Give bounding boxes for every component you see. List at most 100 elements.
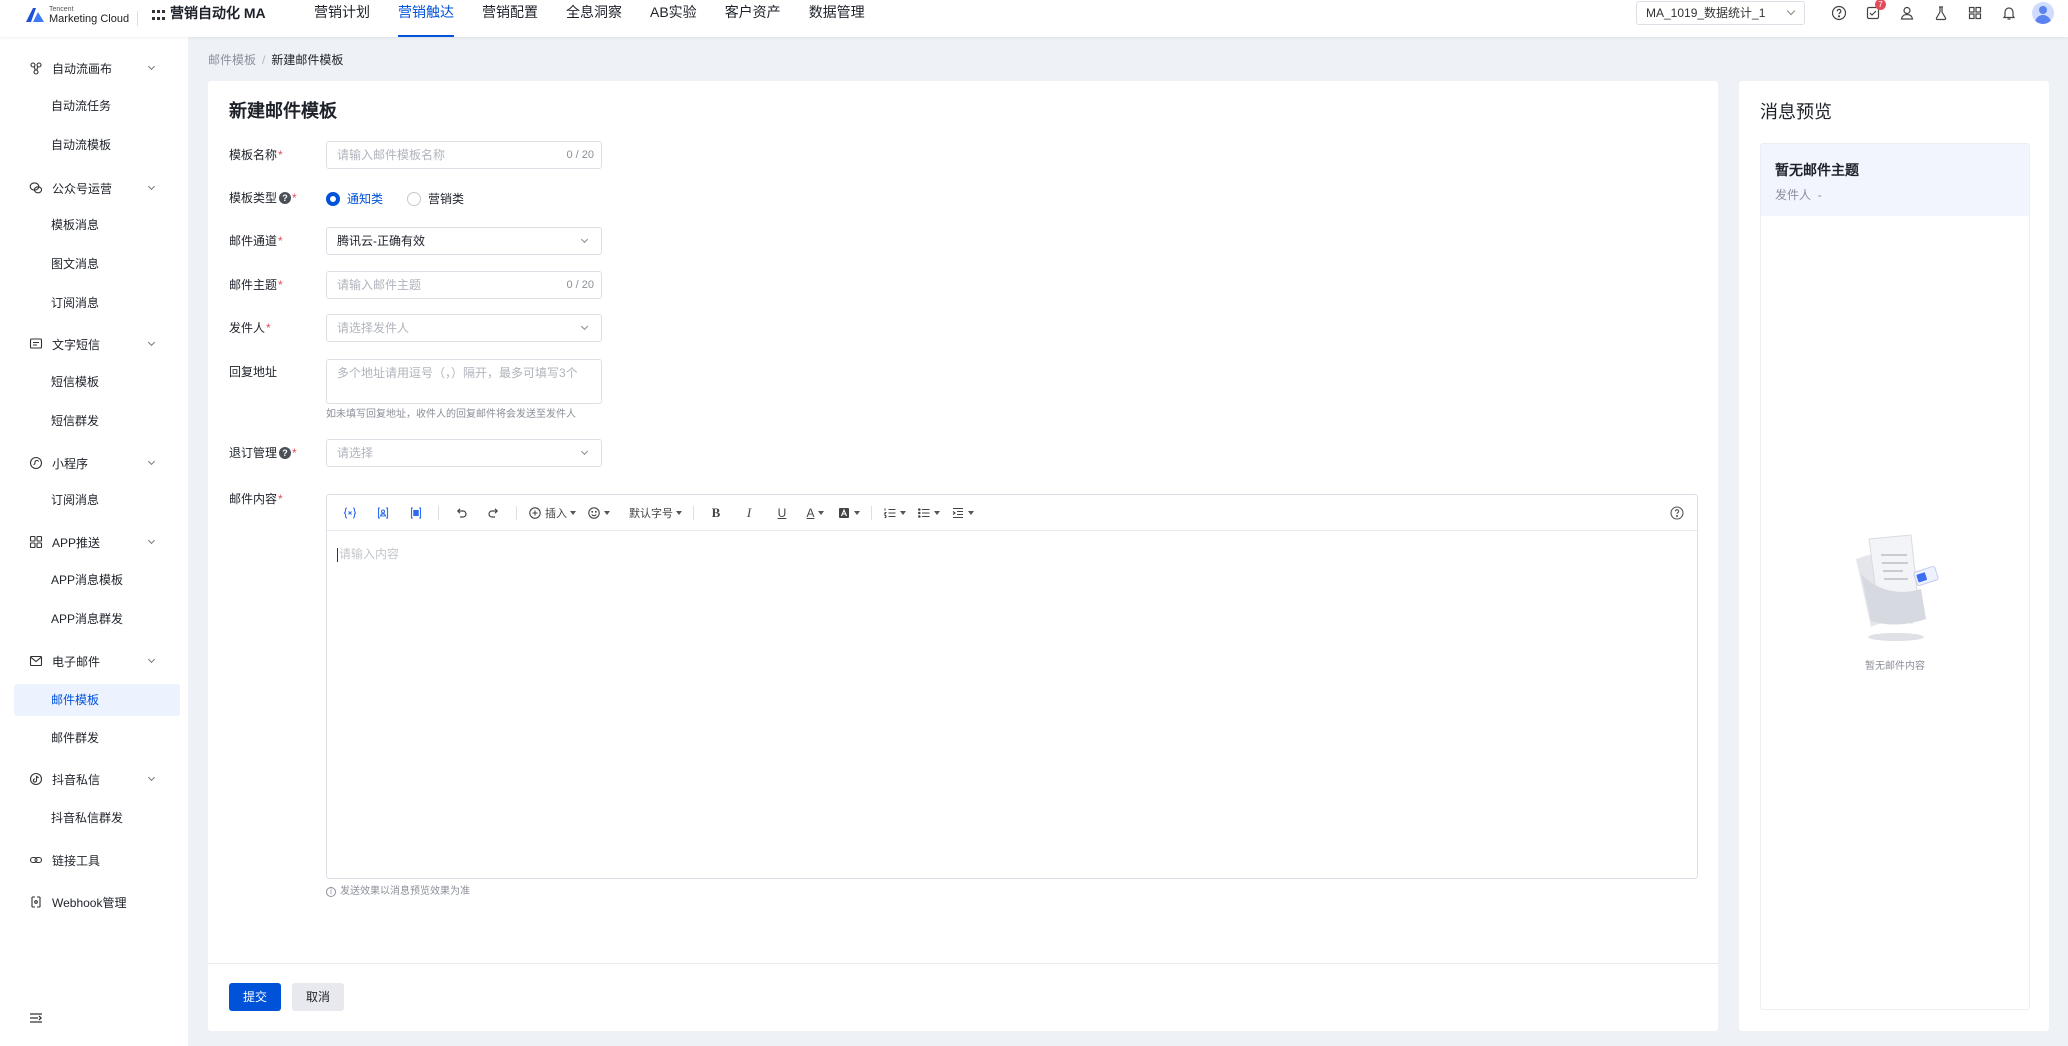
top-icon-bar: 7	[1828, 0, 2054, 25]
top-nav-item-customer-assets[interactable]: 客户资产	[711, 0, 795, 37]
radio-marketing[interactable]: 营销类	[407, 190, 464, 207]
breadcrumb-parent[interactable]: 邮件模板	[208, 53, 256, 67]
indent-icon[interactable]	[951, 501, 974, 525]
sidebar-group-douyin[interactable]: 抖音私信	[14, 762, 174, 796]
bullet-list-icon[interactable]	[917, 501, 940, 525]
sidebar-link-label: 链接工具	[52, 853, 101, 868]
sidebar-item-app-message-broadcast[interactable]: APP消息群发	[14, 603, 180, 635]
bell-icon[interactable]	[1998, 2, 2020, 24]
sidebar-group-label: APP推送	[52, 535, 101, 550]
avatar[interactable]	[2032, 2, 2054, 24]
top-nav-item-data-management[interactable]: 数据管理	[795, 0, 879, 37]
insert-block-icon[interactable]	[405, 501, 427, 525]
cancel-button[interactable]: 取消	[292, 983, 344, 1011]
redo-icon[interactable]	[483, 501, 505, 525]
sidebar-item-sms-broadcast[interactable]: 短信群发	[14, 405, 180, 437]
ordered-list-icon[interactable]	[883, 501, 906, 525]
font-size-menu[interactable]: 默认字号	[629, 501, 682, 525]
todo-icon[interactable]: 7	[1862, 0, 1886, 24]
douyin-icon	[28, 771, 44, 787]
unsubscribe-select[interactable]: 请选择	[326, 439, 602, 467]
sidebar-item-email-broadcast[interactable]: 邮件群发	[14, 722, 180, 754]
sidebar-item-webhook[interactable]: Webhook管理	[14, 885, 174, 919]
account-select[interactable]: MA_1019_数据统计_1	[1636, 1, 1805, 25]
divider	[137, 11, 138, 26]
sidebar-item-article-message[interactable]: 图文消息	[14, 248, 180, 280]
editor-help-icon[interactable]	[1669, 505, 1685, 521]
reply-address-hint: 如未填写回复地址，收件人的回复邮件将会发送至发件人	[326, 409, 576, 420]
email-channel-value: 腾讯云-正确有效	[337, 234, 425, 248]
email-subject-label: 邮件主题 *	[229, 278, 283, 292]
top-nav-item-ab-test[interactable]: AB实验	[636, 0, 711, 37]
email-channel-label: 邮件通道 *	[229, 234, 283, 248]
email-channel-select[interactable]: 腾讯云-正确有效	[326, 227, 602, 255]
chevron-down-icon	[580, 447, 589, 456]
chevron-down-icon	[147, 338, 156, 347]
logo-text: Marketing Cloud	[49, 13, 130, 25]
app-grid-icon[interactable]	[152, 8, 166, 22]
template-name-counter: 0 / 20	[566, 149, 594, 161]
preview-title: 消息预览	[1760, 102, 1832, 122]
editor-placeholder: 请输入内容	[339, 547, 400, 561]
rich-text-editor: 插入 默认字号 B I U A 请输入内容	[326, 494, 1698, 879]
sidebar-group-miniprogram[interactable]: 小程序	[14, 446, 174, 480]
breadcrumb: 邮件模板 / 新建邮件模板	[208, 52, 343, 68]
flask-icon[interactable]	[1930, 2, 1952, 24]
insert-variable-icon[interactable]	[339, 501, 361, 525]
submit-button[interactable]: 提交	[229, 983, 281, 1011]
insert-user-field-icon[interactable]	[372, 501, 394, 525]
sender-select[interactable]: 请选择发件人	[326, 314, 602, 342]
background-color-icon[interactable]	[837, 501, 860, 525]
preview-frame: 暂无邮件主题 发件人 - 暂无邮件内容	[1760, 143, 2030, 1010]
sidebar-item-douyin-broadcast[interactable]: 抖音私信群发	[14, 802, 180, 834]
insert-menu[interactable]: 插入	[528, 501, 576, 525]
breadcrumb-current: 新建邮件模板	[271, 53, 344, 67]
chevron-down-icon	[147, 457, 156, 466]
reply-address-label: 回复地址	[229, 365, 278, 379]
chevron-down-icon	[147, 182, 156, 191]
sidebar-group-sms[interactable]: 文字短信	[14, 327, 174, 361]
emoji-menu[interactable]	[587, 501, 610, 525]
sidebar-item-mp-subscribe-message[interactable]: 订阅消息	[14, 484, 180, 516]
sidebar-item-app-message-template[interactable]: APP消息模板	[14, 564, 180, 596]
mail-icon	[28, 653, 44, 669]
chevron-down-icon	[147, 655, 156, 664]
sidebar-item-subscribe-message[interactable]: 订阅消息	[14, 287, 180, 319]
undo-icon[interactable]	[450, 501, 472, 525]
sidebar-item-email-template[interactable]: 邮件模板	[14, 684, 180, 716]
editor-content-area[interactable]: 请输入内容	[327, 531, 1697, 878]
top-nav-item-config[interactable]: 营销配置	[468, 0, 552, 37]
sidebar-item-flow-tasks[interactable]: 自动流任务	[14, 90, 180, 122]
sms-icon	[28, 336, 44, 352]
bold-icon[interactable]: B	[705, 501, 727, 525]
sidebar-group-flow-canvas[interactable]: 自动流画布	[14, 51, 174, 85]
sidebar-group-label: 抖音私信	[52, 772, 101, 787]
sidebar-item-sms-template[interactable]: 短信模板	[14, 366, 180, 398]
sidebar-item-flow-templates[interactable]: 自动流模板	[14, 129, 180, 161]
radio-notification[interactable]: 通知类	[326, 190, 383, 207]
toolbar-separator	[516, 505, 517, 520]
sidebar-group-app-push[interactable]: APP推送	[14, 525, 174, 559]
sidebar-group-email[interactable]: 电子邮件	[14, 644, 174, 678]
reply-address-input[interactable]: 多个地址请用逗号（，）隔开，最多可填写3个	[326, 359, 602, 404]
underline-icon[interactable]: U	[771, 501, 793, 525]
sidebar-item-link-tool[interactable]: 链接工具	[14, 843, 174, 877]
email-subject-input[interactable]: 请输入邮件主题 0 / 20	[326, 271, 602, 299]
tencent-marketing-cloud-logo[interactable]: Tencent Marketing Cloud	[25, 4, 129, 32]
sidebar-group-label: 文字短信	[52, 337, 101, 352]
help-icon[interactable]	[1828, 2, 1850, 24]
user-icon[interactable]	[1896, 2, 1918, 24]
app-icon	[28, 534, 44, 550]
editor-note: i 发送效果以消息预览效果为准	[326, 885, 470, 899]
italic-icon[interactable]: I	[738, 501, 760, 525]
apps-icon[interactable]	[1964, 2, 1986, 24]
top-nav-item-reach[interactable]: 营销触达	[384, 0, 468, 37]
font-color-icon[interactable]: A	[804, 501, 826, 525]
top-nav-item-insight[interactable]: 全息洞察	[552, 0, 636, 37]
template-name-input[interactable]: 请输入邮件模板名称 0 / 20	[326, 141, 602, 169]
top-nav-item-plan[interactable]: 营销计划	[300, 0, 384, 37]
sidebar-item-template-message[interactable]: 模板消息	[14, 209, 180, 241]
collapse-sidebar-icon[interactable]	[28, 1010, 44, 1026]
form-card: 新建邮件模板 模板名称 * 请输入邮件模板名称 0 / 20 模板类型? * 通知类…	[208, 81, 1718, 1031]
sidebar-group-wechat[interactable]: 公众号运营	[14, 171, 174, 205]
